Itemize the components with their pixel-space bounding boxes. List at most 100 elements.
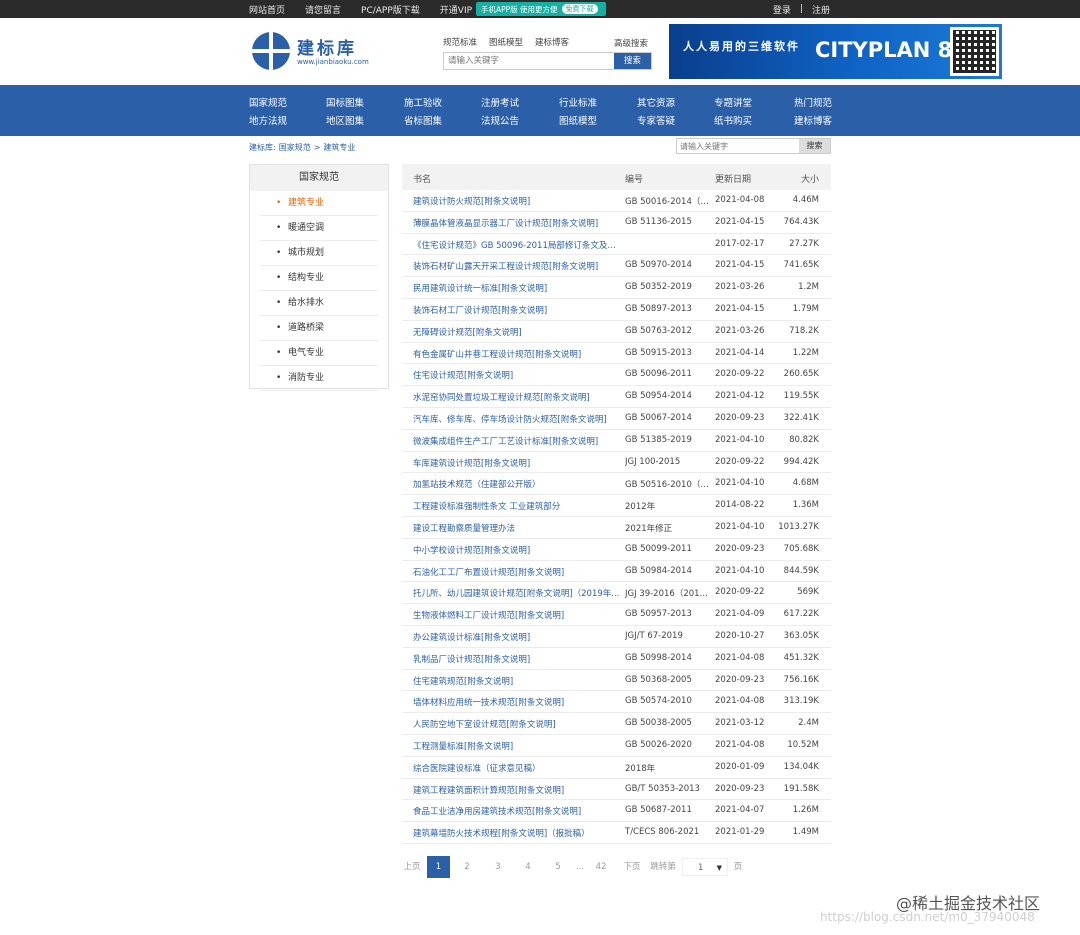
row-title-link[interactable]: 建筑工程建筑面积计算规范[附条文说明]	[413, 784, 621, 796]
row-title-link[interactable]: 薄膜晶体管液晶显示器工厂设计规范[附条文说明]	[413, 217, 621, 229]
breadcrumb-level1[interactable]: 国家规范	[279, 143, 311, 152]
search-tab-drawings[interactable]: 图纸模型	[489, 36, 523, 48]
table-row[interactable]: 装饰石材工厂设计规范[附条文说明] GB 50897-2013 2021-04-15…	[402, 299, 831, 321]
row-title-link[interactable]: 中小学校设计规范[附条文说明]	[413, 544, 621, 556]
table-row[interactable]: 微波集成组件生产工厂工艺设计标准[附条文说明] GB 51385-2019 2021…	[402, 430, 831, 452]
table-row[interactable]: 无障碍设计规范[附条文说明] GB 50763-2012 2021-03-26 718…	[402, 321, 831, 343]
page-jump-select[interactable]: 1 ▼	[682, 858, 728, 876]
login-link[interactable]: 登录	[773, 3, 791, 16]
nav-item[interactable]: 地区图集	[326, 113, 364, 127]
list-search-input[interactable]	[677, 139, 800, 153]
page-link-last[interactable]: 42	[592, 856, 610, 878]
row-title-link[interactable]: 装饰石材工厂设计规范[附条文说明]	[413, 304, 621, 316]
table-row[interactable]: 住宅设计规范[附条文说明] GB 50096-2011 2020-09-22 260.…	[402, 364, 831, 387]
row-title-link[interactable]: 汽车库、修车库、停车场设计防火规范[附条文说明]	[413, 413, 621, 425]
nav-item[interactable]: 施工验收	[404, 95, 442, 109]
table-row[interactable]: 建设工程勘察质量管理办法 2021年修正 2021-04-10 1013.27K	[402, 517, 831, 539]
row-title-link[interactable]: 住宅建筑规范[附条文说明]	[413, 675, 621, 687]
page-link[interactable]: 3	[491, 856, 505, 878]
advanced-search-link[interactable]: 高级搜索	[614, 37, 648, 49]
sidebar-item-architecture[interactable]: 建筑专业	[260, 191, 378, 216]
nav-item[interactable]: 省标图集	[404, 113, 442, 127]
list-search-button[interactable]: 搜索	[799, 139, 830, 153]
row-title-link[interactable]: 民用建筑设计统一标准[附条文说明]	[413, 282, 621, 294]
table-row[interactable]: 乳制品厂设计规范[附条文说明] GB 50998-2014 2021-04-08 45…	[402, 648, 831, 670]
app-free-download-button[interactable]: 免费下载	[561, 4, 598, 14]
search-tab-standards[interactable]: 规范标准	[443, 36, 477, 48]
table-row[interactable]: 建筑工程建筑面积计算规范[附条文说明] GB/T 50353-2013 2020-0…	[402, 779, 831, 801]
app-download-badge[interactable]: 手机APP版 使用更方便 免费下载	[476, 2, 606, 16]
sidebar-item-structure[interactable]: 结构专业	[260, 266, 378, 291]
top-link-download[interactable]: PC/APP版下载	[361, 3, 420, 16]
sidebar-item-electrical[interactable]: 电气专业	[260, 341, 378, 366]
row-title-link[interactable]: 车库建筑设计规范[附条文说明]	[413, 457, 621, 469]
row-title-link[interactable]: 墙体材料应用统一技术规范[附条文说明]	[413, 696, 621, 708]
row-title-link[interactable]: 石油化工工厂布置设计规范[附条文说明]	[413, 566, 621, 578]
row-title-link[interactable]: 综合医院建设标准（征求意见稿）	[413, 762, 621, 774]
row-title-link[interactable]: 办公建筑设计标准[附条文说明]	[413, 631, 621, 643]
nav-item[interactable]: 专家答疑	[637, 113, 675, 127]
nav-item[interactable]: 纸书购买	[714, 113, 752, 127]
table-row[interactable]: 办公建筑设计标准[附条文说明] JGJ/T 67-2019 2020-10-27 36…	[402, 626, 831, 648]
table-row[interactable]: 工程建设标准强制性条文 工业建筑部分 2012年 2014-08-22 1.36M	[402, 495, 831, 517]
row-title-link[interactable]: 微波集成组件生产工厂工艺设计标准[附条文说明]	[413, 435, 621, 447]
site-logo[interactable]: 建标库 www.jianbiaoku.com	[252, 32, 372, 72]
nav-item[interactable]: 行业标准	[559, 95, 597, 109]
row-title-link[interactable]: 食品工业洁净用房建筑技术规范[附条文说明]	[413, 805, 621, 817]
table-row[interactable]: 有色金属矿山井巷工程设计规范[附条文说明] GB 50915-2013 2021-0…	[402, 343, 831, 365]
nav-item[interactable]: 国标图集	[326, 95, 364, 109]
page-link[interactable]: 4	[521, 856, 535, 878]
table-row[interactable]: 综合医院建设标准（征求意见稿） 2018年 2020-01-09 134.04K	[402, 757, 831, 779]
table-row[interactable]: 汽车库、修车库、停车场设计防火规范[附条文说明] GB 50067-2014 202…	[402, 408, 831, 430]
row-title-link[interactable]: 建筑设计防火规范[附条文说明]	[413, 195, 621, 207]
nav-item[interactable]: 热门规范	[794, 95, 832, 109]
sidebar-item-urban-planning[interactable]: 城市规划	[260, 241, 378, 266]
prev-page-link[interactable]: 上页	[402, 856, 422, 878]
nav-item[interactable]: 国家规范	[249, 95, 287, 109]
search-button[interactable]: 搜索	[614, 53, 651, 69]
top-link-home[interactable]: 网站首页	[249, 3, 285, 16]
row-title-link[interactable]: 水泥窑协同处置垃圾工程设计规范[附条文说明]	[413, 391, 621, 403]
row-title-link[interactable]: 人民防空地下室设计规范[附条文说明]	[413, 718, 621, 730]
table-row[interactable]: 装饰石材矿山露天开采工程设计规范[附条文说明] GB 50970-2014 2021…	[402, 255, 831, 278]
row-title-link[interactable]: 建筑幕墙防火技术规程[附条文说明]（报批稿）	[413, 827, 621, 839]
page-link[interactable]: 2	[460, 856, 474, 878]
table-row[interactable]: 食品工业洁净用房建筑技术规范[附条文说明] GB 50687-2011 2021-0…	[402, 800, 831, 823]
row-title-link[interactable]: 生物液体燃料工厂设计规范[附条文说明]	[413, 609, 621, 621]
ad-banner[interactable]: 人人易用的三维软件 CITYPLAN 8.0	[669, 24, 1002, 79]
table-row[interactable]: 民用建筑设计统一标准[附条文说明] GB 50352-2019 2021-03-26…	[402, 277, 831, 299]
table-row[interactable]: 建筑设计防火规范[附条文说明] GB 50016-2014（2... 2021-04…	[402, 190, 831, 212]
table-row[interactable]: 墙体材料应用统一技术规范[附条文说明] GB 50574-2010 2021-04-…	[402, 691, 831, 714]
row-title-link[interactable]: 有色金属矿山井巷工程设计规范[附条文说明]	[413, 348, 621, 360]
table-row[interactable]: 《住宅设计规范》GB 50096-2011局部修订条文及说... 2017-02-…	[402, 234, 831, 256]
row-title-link[interactable]: 加氢站技术规范（住建部公开版）	[413, 478, 621, 490]
nav-item[interactable]: 注册考试	[481, 95, 519, 109]
row-title-link[interactable]: 《住宅设计规范》GB 50096-2011局部修订条文及说...	[413, 239, 621, 251]
row-title-link[interactable]: 工程测量标准[附条文说明]	[413, 740, 621, 752]
table-row[interactable]: 中小学校设计规范[附条文说明] GB 50099-2011 2020-09-23 70…	[402, 539, 831, 561]
next-page-link[interactable]: 下页	[622, 856, 642, 878]
breadcrumb-home[interactable]: 建标库:	[249, 143, 276, 152]
row-title-link[interactable]: 装饰石材矿山露天开采工程设计规范[附条文说明]	[413, 260, 621, 272]
page-link[interactable]: 5	[551, 856, 565, 878]
row-title-link[interactable]: 住宅设计规范[附条文说明]	[413, 369, 621, 381]
table-row[interactable]: 车库建筑设计规范[附条文说明] JGJ 100-2015 2020-09-22 994…	[402, 452, 831, 474]
search-tab-blog[interactable]: 建标博客	[535, 36, 569, 48]
nav-item[interactable]: 法规公告	[481, 113, 519, 127]
search-input[interactable]	[444, 53, 614, 69]
breadcrumb-level2[interactable]: 建筑专业	[323, 143, 355, 152]
table-row[interactable]: 石油化工工厂布置设计规范[附条文说明] GB 50984-2014 2021-04-…	[402, 561, 831, 583]
row-title-link[interactable]: 建设工程勘察质量管理办法	[413, 522, 621, 534]
row-title-link[interactable]: 工程建设标准强制性条文 工业建筑部分	[413, 500, 621, 512]
sidebar-item-water[interactable]: 给水排水	[260, 291, 378, 316]
table-row[interactable]: 人民防空地下室设计规范[附条文说明] GB 50038-2005 2021-03-1…	[402, 713, 831, 735]
table-row[interactable]: 生物液体燃料工厂设计规范[附条文说明] GB 50957-2013 2021-04-…	[402, 604, 831, 626]
nav-item[interactable]: 建标博客	[794, 113, 832, 127]
sidebar-item-roads-bridges[interactable]: 道路桥梁	[260, 316, 378, 341]
row-title-link[interactable]: 托儿所、幼儿园建筑设计规范[附条文说明]（2019年...	[413, 587, 621, 599]
top-link-vip[interactable]: 开通VIP	[440, 3, 472, 16]
table-row[interactable]: 加氢站技术规范（住建部公开版） GB 50516-2010（2... 2021-04…	[402, 473, 831, 496]
row-title-link[interactable]: 无障碍设计规范[附条文说明]	[413, 326, 621, 338]
register-link[interactable]: 注册	[812, 3, 830, 16]
nav-item[interactable]: 图纸模型	[559, 113, 597, 127]
